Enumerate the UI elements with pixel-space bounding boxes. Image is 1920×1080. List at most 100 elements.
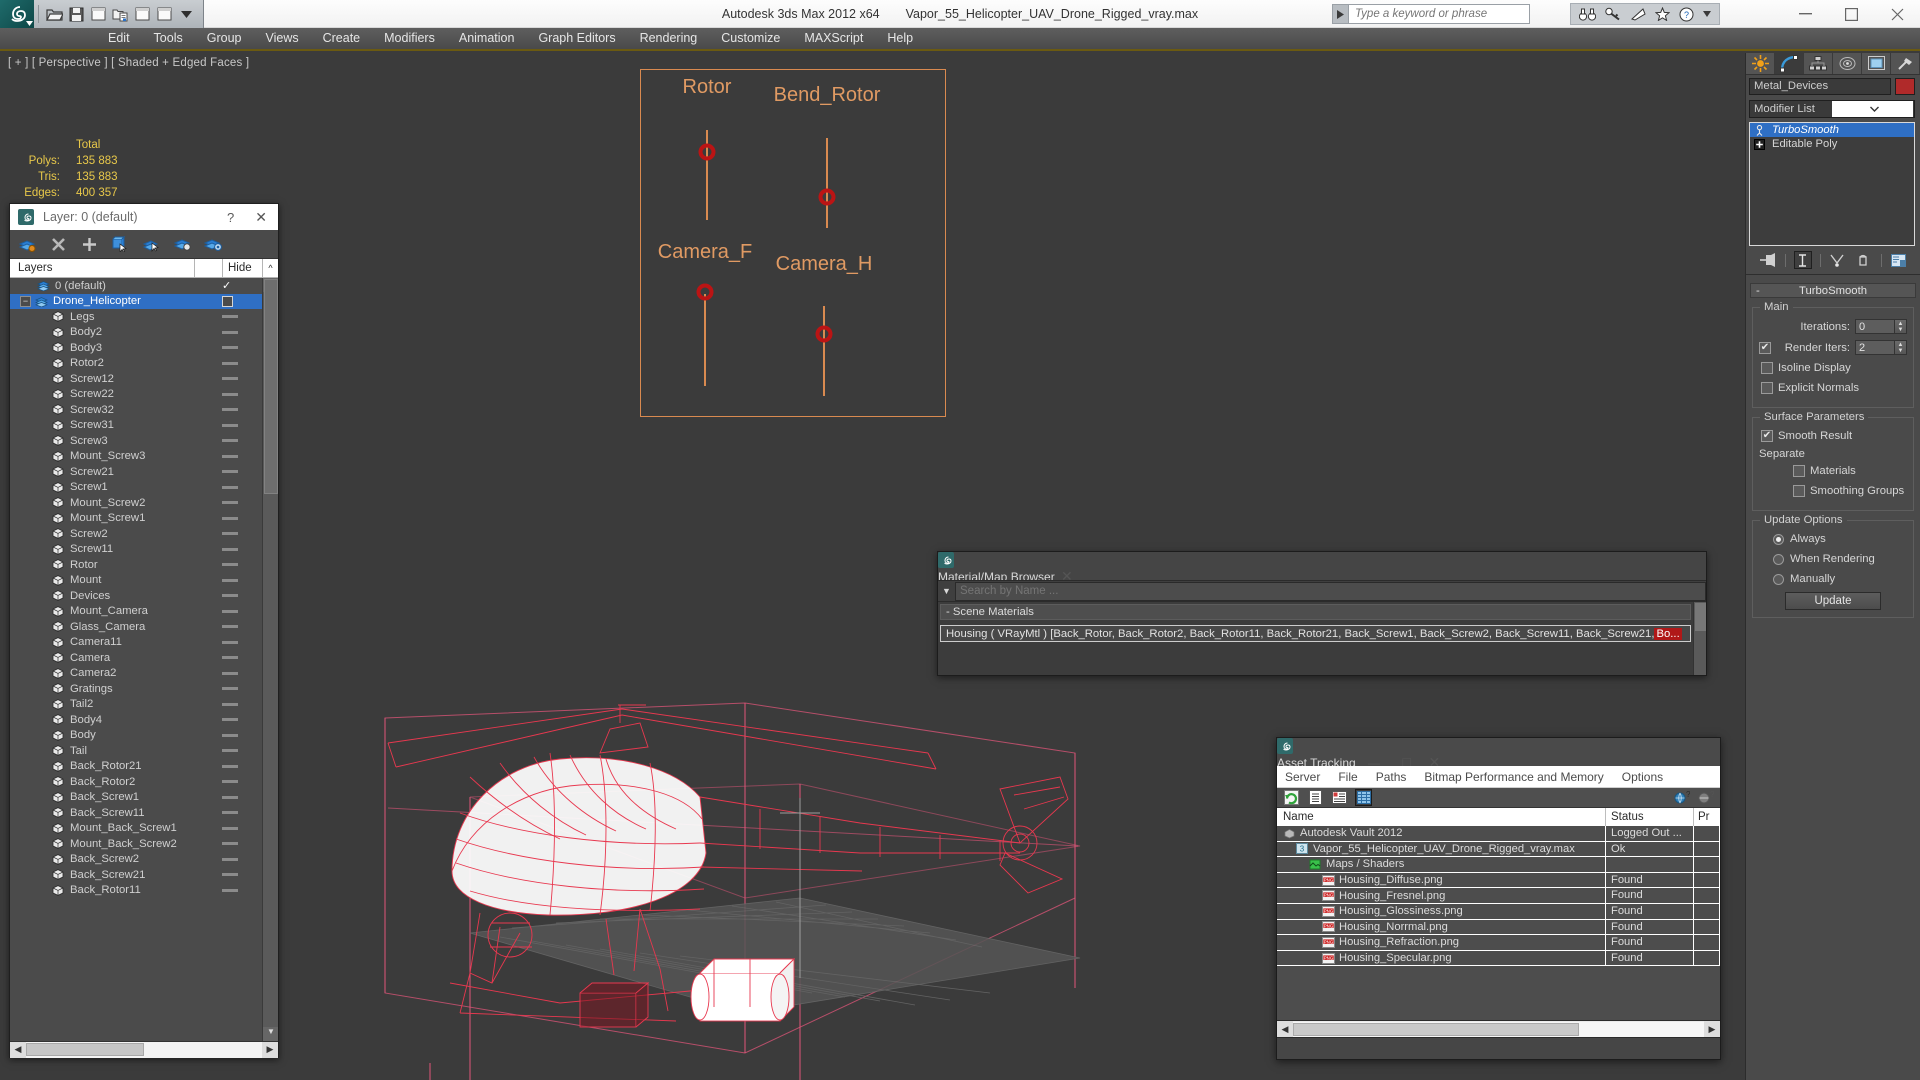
layer-hide-indicator[interactable] — [222, 315, 262, 319]
utilities-tab[interactable] — [1891, 53, 1920, 74]
asset-hscroll-left-button[interactable]: ◀ — [1277, 1021, 1293, 1037]
menu-item-tools[interactable]: Tools — [142, 27, 195, 50]
set-project-folder-icon[interactable] — [109, 3, 131, 25]
layer-active-check[interactable]: ✓ — [222, 279, 262, 292]
smoothing-groups-checkbox[interactable] — [1793, 485, 1805, 497]
star-icon[interactable] — [1655, 7, 1670, 21]
layer-hide-indicator[interactable] — [222, 563, 262, 567]
iterations-spinner[interactable]: ▲▼ — [1855, 319, 1907, 334]
application-menu-button[interactable] — [0, 0, 34, 28]
material-list-item[interactable]: Housing ( VRayMtl ) [Back_Rotor, Back_Ro… — [940, 625, 1691, 642]
layer-row[interactable]: Back_Rotor2 — [10, 774, 262, 790]
render-iters-spinner[interactable]: ▲▼ — [1855, 340, 1907, 355]
configure-modifier-sets-icon[interactable] — [1890, 251, 1908, 269]
remove-modifier-icon[interactable] — [1855, 251, 1873, 269]
material-filter-dropdown-icon[interactable]: ▼ — [938, 586, 955, 596]
expand-plus-icon[interactable] — [1754, 138, 1766, 150]
asset-menu-bitmap-performance-and-memory[interactable]: Bitmap Performance and Memory — [1415, 766, 1612, 788]
layer-dialog-close-button[interactable]: ✕ — [252, 209, 270, 226]
layer-row[interactable]: Body3 — [10, 340, 262, 356]
layer-hscroll-track[interactable] — [26, 1041, 262, 1058]
asset-horizontal-scrollbar[interactable]: ◀ ▶ — [1277, 1020, 1720, 1037]
layer-expander[interactable]: − — [20, 295, 31, 307]
layer-row[interactable]: Screw31 — [10, 418, 262, 434]
add-layer-icon[interactable] — [79, 234, 99, 254]
display-tab[interactable] — [1862, 53, 1891, 74]
menu-item-animation[interactable]: Animation — [447, 27, 527, 50]
layer-scroll-thumb[interactable] — [264, 279, 278, 494]
asset-column-status[interactable]: Status — [1606, 808, 1694, 826]
asset-row-name-cell[interactable]: PNG Housing_Diffuse.png — [1277, 872, 1606, 889]
layer-row[interactable]: Mount_Back_Screw2 — [10, 836, 262, 852]
hierarchy-tab[interactable] — [1804, 53, 1833, 74]
asset-row[interactable]: PNG Housing_Glossiness.png Found — [1277, 903, 1720, 920]
iterations-spinner-arrows[interactable]: ▲ ▼ — [1895, 319, 1907, 334]
scene-materials-group-header[interactable]: - Scene Materials — [940, 604, 1691, 620]
layer-row[interactable]: Screw32 — [10, 402, 262, 418]
manipulator-track-camera_h[interactable] — [823, 306, 825, 396]
layer-row-selected[interactable]: − Drone_Helicopter — [10, 293, 262, 309]
layer-manager-dialog[interactable]: Layer: 0 (default) ? ✕ Layers Hide ^ 0 (… — [9, 203, 279, 1058]
layer-hide-indicator[interactable] — [222, 330, 262, 334]
vault-info-icon[interactable]: ? — [1697, 789, 1714, 806]
asset-column-name[interactable]: Name — [1277, 808, 1606, 826]
asset-column-pro[interactable]: Pr — [1694, 808, 1720, 826]
material-search-input[interactable] — [955, 581, 1706, 601]
layer-hide-indicator[interactable] — [222, 346, 262, 350]
layer-row[interactable]: Gratings — [10, 681, 262, 697]
layer-row[interactable]: Glass_Camera — [10, 619, 262, 635]
asset-row[interactable]: Autodesk Vault 2012 Logged Out ... — [1277, 826, 1720, 842]
render-iters-input[interactable] — [1855, 340, 1895, 355]
vault-help-icon[interactable]: ? — [1673, 789, 1690, 806]
window-maximize-button[interactable] — [1828, 0, 1874, 28]
material-scroll-thumb[interactable] — [1695, 603, 1706, 631]
asset-row-name-cell[interactable]: PNG Housing_Refraction.png — [1277, 935, 1606, 951]
iterations-input[interactable] — [1855, 319, 1895, 334]
menu-item-graph-editors[interactable]: Graph Editors — [526, 27, 627, 50]
layer-hide-indicator[interactable] — [222, 702, 262, 706]
menu-item-create[interactable]: Create — [311, 27, 373, 50]
layer-hide-indicator[interactable] — [222, 640, 262, 644]
asset-row[interactable]: PNG Housing_Diffuse.png Found — [1277, 872, 1720, 889]
menu-item-modifiers[interactable]: Modifiers — [372, 27, 447, 50]
search-input[interactable] — [1349, 5, 1529, 23]
modifier-stack[interactable]: TurboSmooth Editable Poly — [1749, 122, 1915, 246]
asset-tracking-dialog[interactable]: Asset Tracking — ☐ ✕ Server File Paths Bitm… — [1276, 737, 1721, 1060]
rollout-header[interactable]: - TurboSmooth — [1750, 283, 1916, 298]
layer-row[interactable]: Back_Rotor21 — [10, 759, 262, 775]
detail-view-icon[interactable] — [1331, 789, 1348, 806]
asset-row[interactable]: PNG Housing_Norrmal.png Found — [1277, 919, 1720, 936]
window-close-button[interactable] — [1874, 0, 1920, 28]
layer-row[interactable]: Back_Screw1 — [10, 790, 262, 806]
menu-item-rendering[interactable]: Rendering — [628, 27, 710, 50]
layer-hide-indicator[interactable] — [222, 842, 262, 846]
layer-hscroll-right-button[interactable]: ▶ — [262, 1041, 278, 1058]
asset-hscroll-thumb[interactable] — [1293, 1022, 1579, 1036]
manipulator-panel[interactable]: Rotor Bend_Rotor Camera_F Camera_H — [640, 69, 946, 417]
layer-row[interactable]: Screw2 — [10, 526, 262, 542]
layer-row[interactable]: Screw22 — [10, 387, 262, 403]
object-color-swatch[interactable] — [1895, 78, 1915, 95]
layer-row[interactable]: Tail2 — [10, 697, 262, 713]
layer-row[interactable]: Screw21 — [10, 464, 262, 480]
asset-row[interactable]: Maps / Shaders — [1277, 857, 1720, 873]
layer-hide-indicator[interactable] — [222, 811, 262, 815]
layer-hide-indicator[interactable] — [222, 361, 262, 365]
layer-row[interactable]: Back_Screw2 — [10, 852, 262, 868]
asset-row-name-cell[interactable]: PNG Housing_Norrmal.png — [1277, 919, 1606, 936]
new-scene-icon[interactable] — [153, 3, 175, 25]
layer-row[interactable]: Rotor — [10, 557, 262, 573]
update-button[interactable]: Update — [1785, 592, 1881, 610]
menu-item-views[interactable]: Views — [253, 27, 310, 50]
layer-hide-checkbox[interactable] — [222, 295, 262, 307]
layer-row[interactable]: Mount — [10, 573, 262, 589]
asset-menu-options[interactable]: Options — [1613, 766, 1672, 788]
layer-hide-indicator[interactable] — [222, 578, 262, 582]
render-iters-spinner-arrows[interactable]: ▲ ▼ — [1895, 340, 1907, 355]
layer-hide-indicator[interactable] — [222, 826, 262, 830]
isoline-display-checkbox[interactable] — [1761, 362, 1773, 374]
satellite-dish-icon[interactable] — [1630, 7, 1646, 21]
layer-row[interactable]: Mount_Screw2 — [10, 495, 262, 511]
pin-stack-icon[interactable] — [1759, 251, 1777, 269]
asset-hscroll-track[interactable] — [1293, 1021, 1704, 1037]
